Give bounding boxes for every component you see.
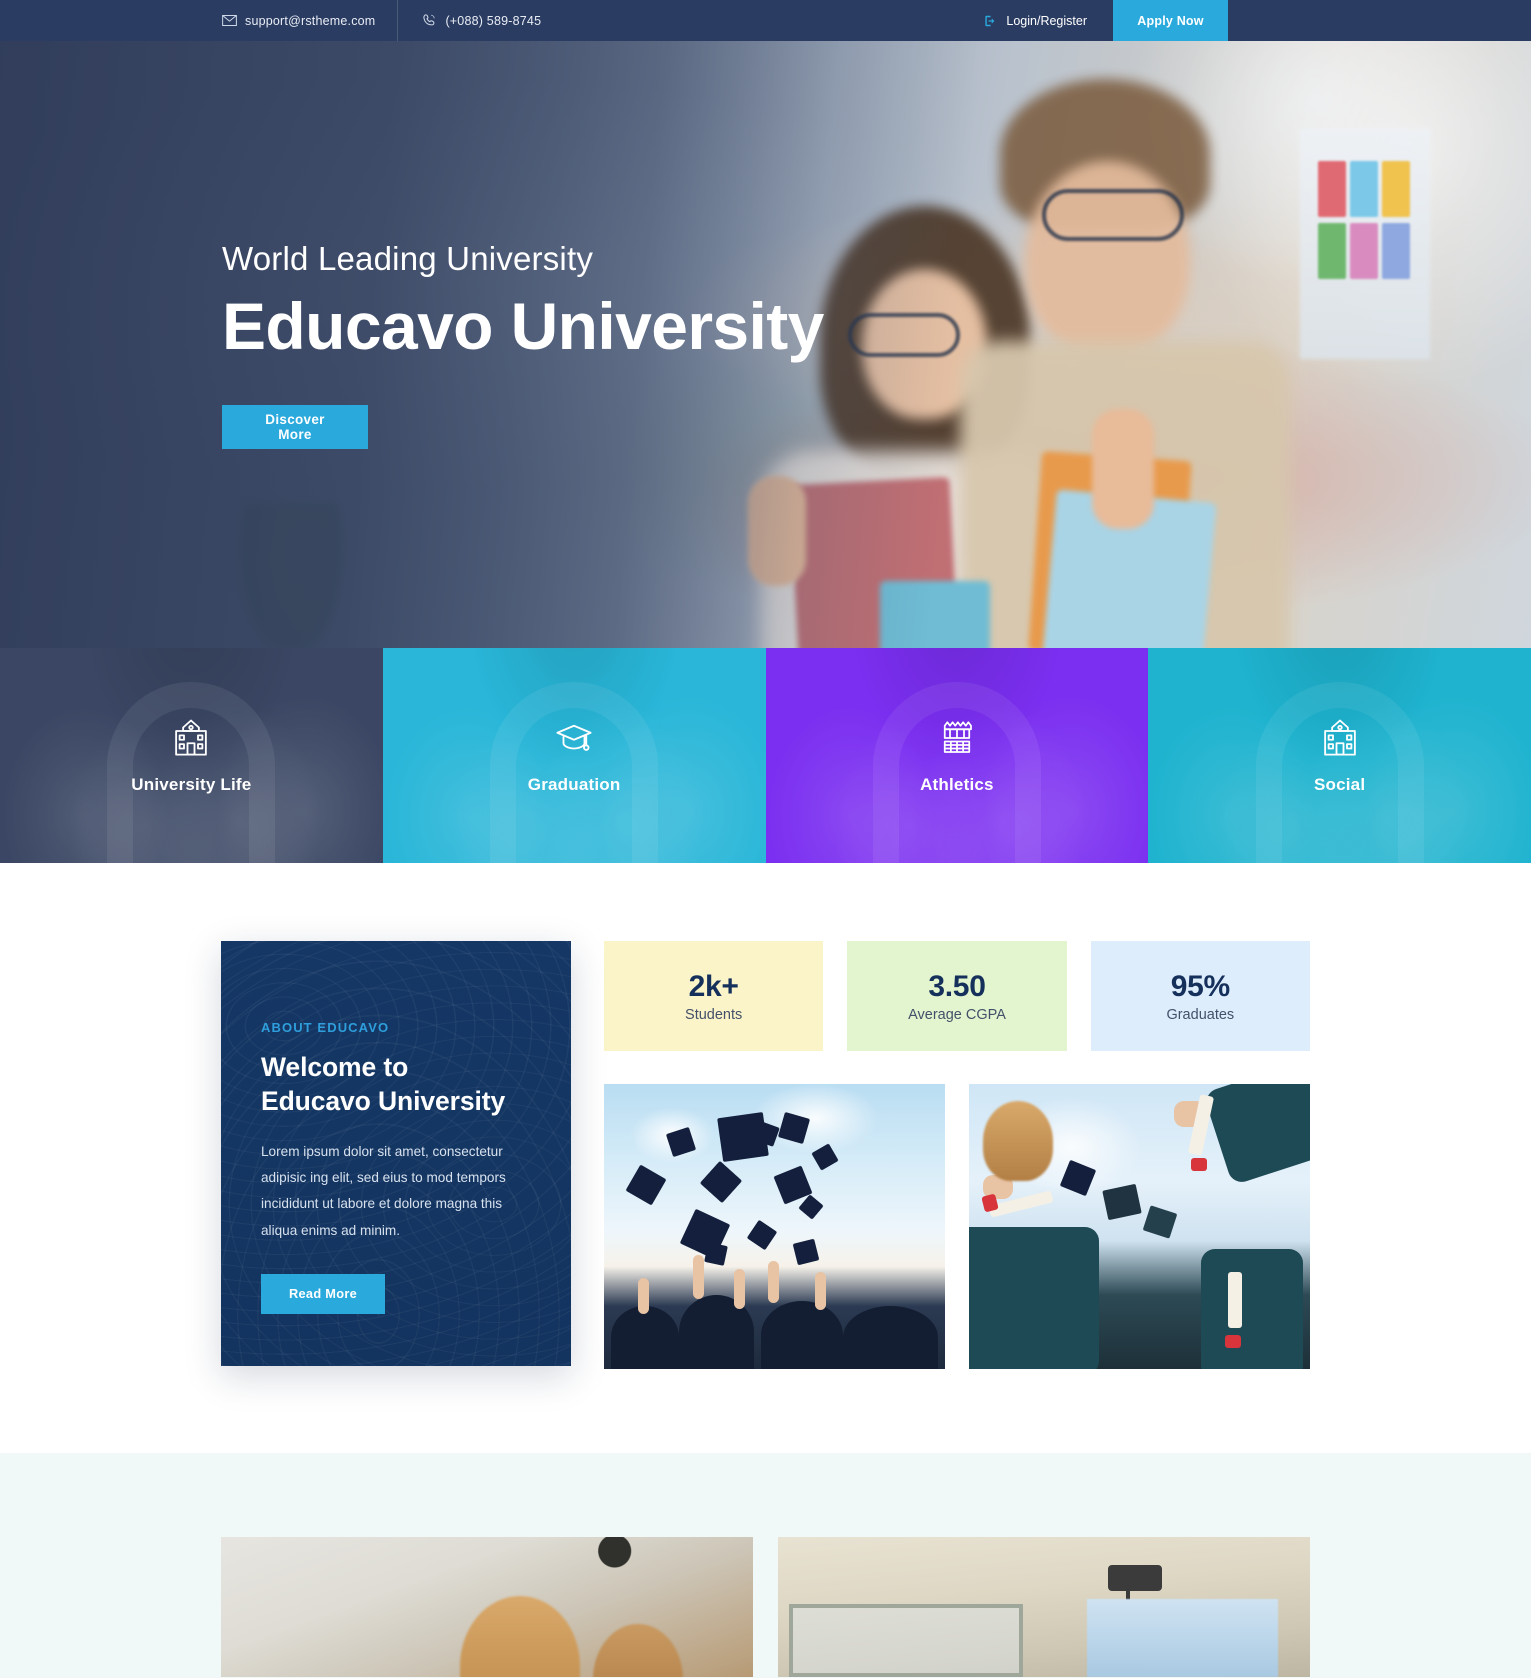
about-intro-card: ABOUT EDUCAVO Welcome to Educavo Univers…	[221, 941, 571, 1366]
stat-card-students: 2k+ Students	[604, 941, 824, 1051]
login-arrow-icon	[983, 14, 997, 28]
stat-label: Average CGPA	[908, 1006, 1006, 1023]
graduation-caps-toss-photo	[604, 1084, 945, 1369]
phone-icon	[422, 13, 437, 28]
classroom-student-figure	[593, 1623, 684, 1677]
about-title-line1: Welcome to	[261, 1052, 409, 1082]
about-title-line2: Educavo University	[261, 1085, 506, 1116]
stat-value: 2k+	[688, 969, 739, 1003]
apply-now-label: Apply Now	[1137, 13, 1204, 28]
topbar-phone-text: (+088) 589-8745	[445, 13, 542, 28]
students-classroom-photo[interactable]	[221, 1537, 753, 1677]
apply-now-button[interactable]: Apply Now	[1113, 0, 1228, 41]
stat-value: 3.50	[928, 969, 986, 1003]
courses-section	[0, 1453, 1531, 1678]
stat-card-average-cgpa: 3.50 Average CGPA	[847, 941, 1067, 1051]
classroom-student-figure	[460, 1595, 581, 1677]
hero-content: World Leading University Educavo Univers…	[221, 41, 1310, 648]
graduates-diplomas-sky-photo	[969, 1084, 1310, 1369]
top-utility-bar: support@rstheme.com (+088) 589-8745 Logi…	[0, 0, 1531, 41]
topbar-phone-item[interactable]: (+088) 589-8745	[398, 0, 563, 41]
hero-subtitle: World Leading University	[222, 239, 594, 277]
courses-container	[221, 1537, 1310, 1677]
feature-arch-shape	[1255, 682, 1424, 863]
stat-label: Graduates	[1166, 1006, 1235, 1023]
glass-partition	[788, 1604, 1023, 1677]
stadium-trophy-icon	[936, 717, 978, 759]
about-eyebrow: ABOUT EDUCAVO	[261, 1020, 390, 1035]
about-title: Welcome to Educavo University	[261, 1051, 531, 1118]
feature-label: University Life	[131, 774, 252, 794]
stats-row: 2k+ Students 3.50 Average CGPA 95% Gradu…	[604, 941, 1310, 1051]
feature-label: Graduation	[527, 774, 621, 794]
feature-arch-shape	[490, 682, 659, 863]
about-photo-row	[604, 1084, 1310, 1369]
read-more-button[interactable]: Read More	[261, 1273, 385, 1314]
about-container: ABOUT EDUCAVO Welcome to Educavo Univers…	[221, 941, 1310, 1369]
feature-card-athletics[interactable]: Athletics	[765, 648, 1149, 863]
feature-card-social[interactable]: Social	[1148, 648, 1531, 863]
discover-more-button[interactable]: Discover More	[222, 405, 368, 450]
feature-card-graduation[interactable]: Graduation	[382, 648, 766, 863]
school-building-icon	[1319, 717, 1361, 759]
hero-banner: World Leading University Educavo Univers…	[0, 41, 1531, 648]
stat-card-graduates: 95% Graduates	[1090, 941, 1310, 1051]
feature-card-university-life[interactable]: University Life	[0, 648, 383, 863]
login-register-label: Login/Register	[1006, 13, 1087, 28]
feature-label: Social	[1313, 774, 1366, 794]
discover-more-label: Discover More	[265, 412, 325, 443]
login-register-link[interactable]: Login/Register	[957, 0, 1113, 41]
hero-title: Educavo University	[222, 288, 824, 363]
envelope-icon	[222, 13, 237, 28]
read-more-label: Read More	[288, 1286, 358, 1302]
stat-value: 95%	[1170, 969, 1230, 1003]
about-section: ABOUT EDUCAVO Welcome to Educavo Univers…	[0, 863, 1531, 1453]
topbar-actions: Login/Register Apply Now	[957, 0, 1531, 41]
feature-strip: University Life Graduation Athletics Soc…	[0, 648, 1531, 863]
topbar-email-item[interactable]: support@rstheme.com	[222, 0, 399, 41]
school-building-icon	[170, 717, 212, 759]
projector-icon	[1107, 1565, 1162, 1613]
stat-label: Students	[685, 1006, 743, 1023]
feature-arch-shape	[107, 682, 276, 863]
about-right-column: 2k+ Students 3.50 Average CGPA 95% Gradu…	[604, 941, 1310, 1369]
topbar-contact-group: support@rstheme.com (+088) 589-8745	[222, 0, 563, 41]
lecture-hall-projector-photo[interactable]	[778, 1537, 1310, 1677]
feature-arch-shape	[872, 682, 1041, 863]
graduation-cap-icon	[553, 717, 595, 759]
feature-label: Athletics	[920, 774, 994, 794]
topbar-email-text: support@rstheme.com	[245, 13, 376, 28]
about-body-text: Lorem ipsum dolor sit amet, consectetur …	[261, 1144, 506, 1238]
projection-screen	[1086, 1598, 1279, 1677]
